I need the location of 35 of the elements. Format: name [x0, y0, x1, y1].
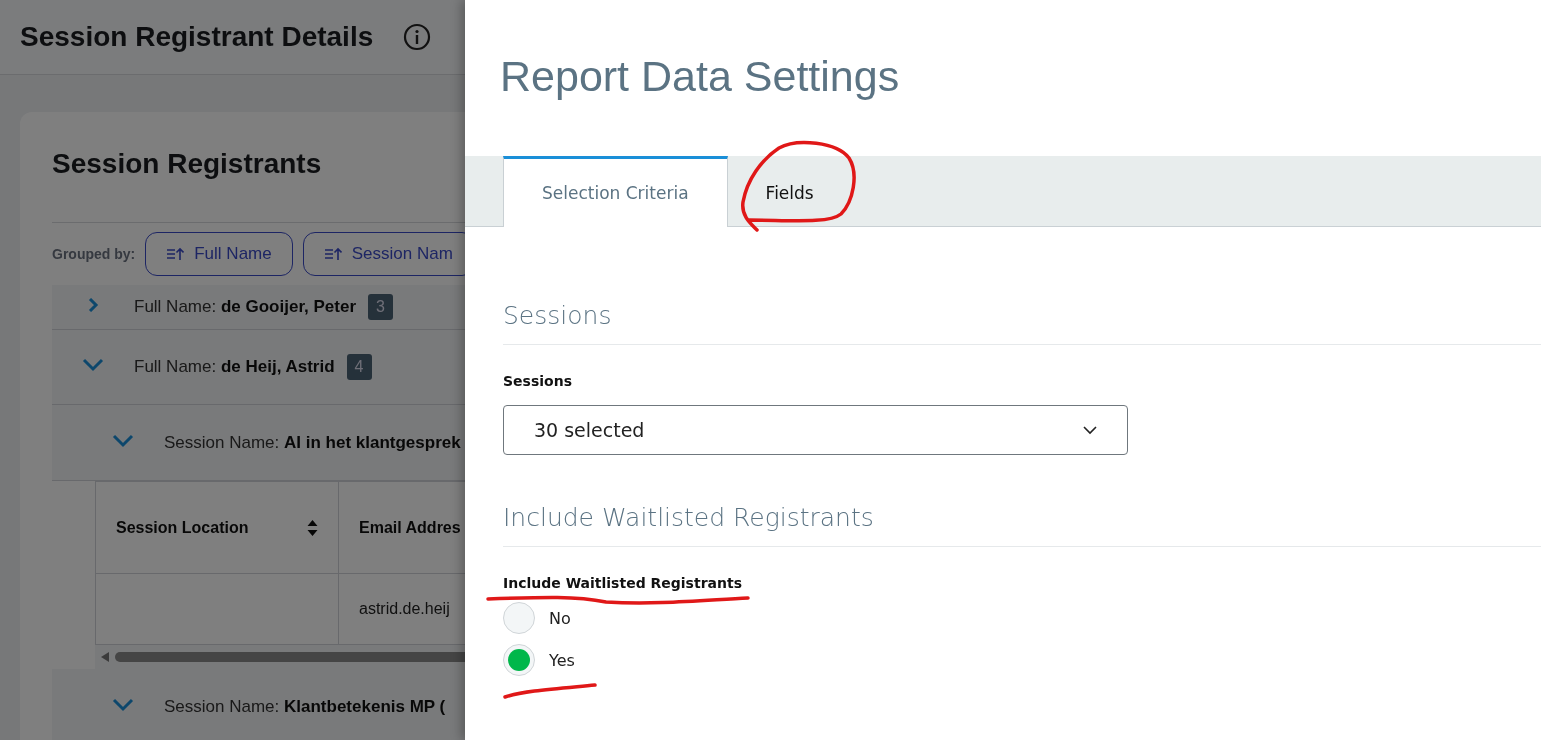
group-label: Full Name: de Heij, Astrid: [134, 357, 335, 377]
group-by-button[interactable]: Session Nam: [302, 232, 465, 276]
group-row[interactable]: Full Name: de Heij, Astrid 4: [52, 330, 465, 405]
page-title: Session Registrant Details: [20, 21, 374, 53]
radio-label: No: [549, 608, 571, 628]
group-label: Session Name: Klantbetekenis MP (: [164, 696, 446, 717]
group-label: Full Name: de Gooijer, Peter: [134, 297, 357, 317]
section-heading: Include Waitlisted Registrants: [503, 455, 1541, 547]
sort-ascending-icon: [323, 247, 342, 261]
radio-button[interactable]: [503, 602, 535, 634]
tab[interactable]: Fields: [727, 156, 852, 226]
radio-button[interactable]: [503, 644, 535, 676]
sort-ascending-icon: [166, 247, 185, 261]
count-badge: 3: [368, 294, 393, 320]
section-heading: Sessions: [503, 227, 1541, 345]
group-row[interactable]: Session Name: AI in het klantgesprek: [52, 405, 465, 481]
count-badge: 4: [346, 354, 372, 380]
grouped-by-label: Grouped by:: [52, 246, 136, 262]
tab[interactable]: Selection Criteria: [503, 156, 728, 227]
scroll-left-icon[interactable]: [101, 652, 109, 662]
sort-icon[interactable]: [307, 518, 318, 537]
chevron-down-icon[interactable]: [1083, 425, 1097, 435]
panel-title: Report Data Settings: [499, 51, 901, 102]
field-label: Sessions: [503, 373, 573, 389]
group-row[interactable]: Session Name: Klantbetekenis MP (: [52, 669, 465, 740]
horizontal-scrollbar[interactable]: [95, 645, 465, 669]
column-header[interactable]: Session Location: [95, 481, 339, 574]
field-label: Include Waitlisted Registrants: [503, 575, 743, 591]
group-row[interactable]: Full Name: de Gooijer, Peter 3: [52, 285, 465, 330]
card-title: Session Registrants: [52, 148, 323, 181]
group-label: Session Name: AI in het klantgesprek: [164, 432, 461, 453]
sessions-dropdown[interactable]: 30 selected: [503, 405, 1128, 455]
group-by-button[interactable]: Full Name: [145, 232, 293, 276]
radio-label: Yes: [549, 650, 575, 670]
info-icon[interactable]: [403, 23, 432, 51]
